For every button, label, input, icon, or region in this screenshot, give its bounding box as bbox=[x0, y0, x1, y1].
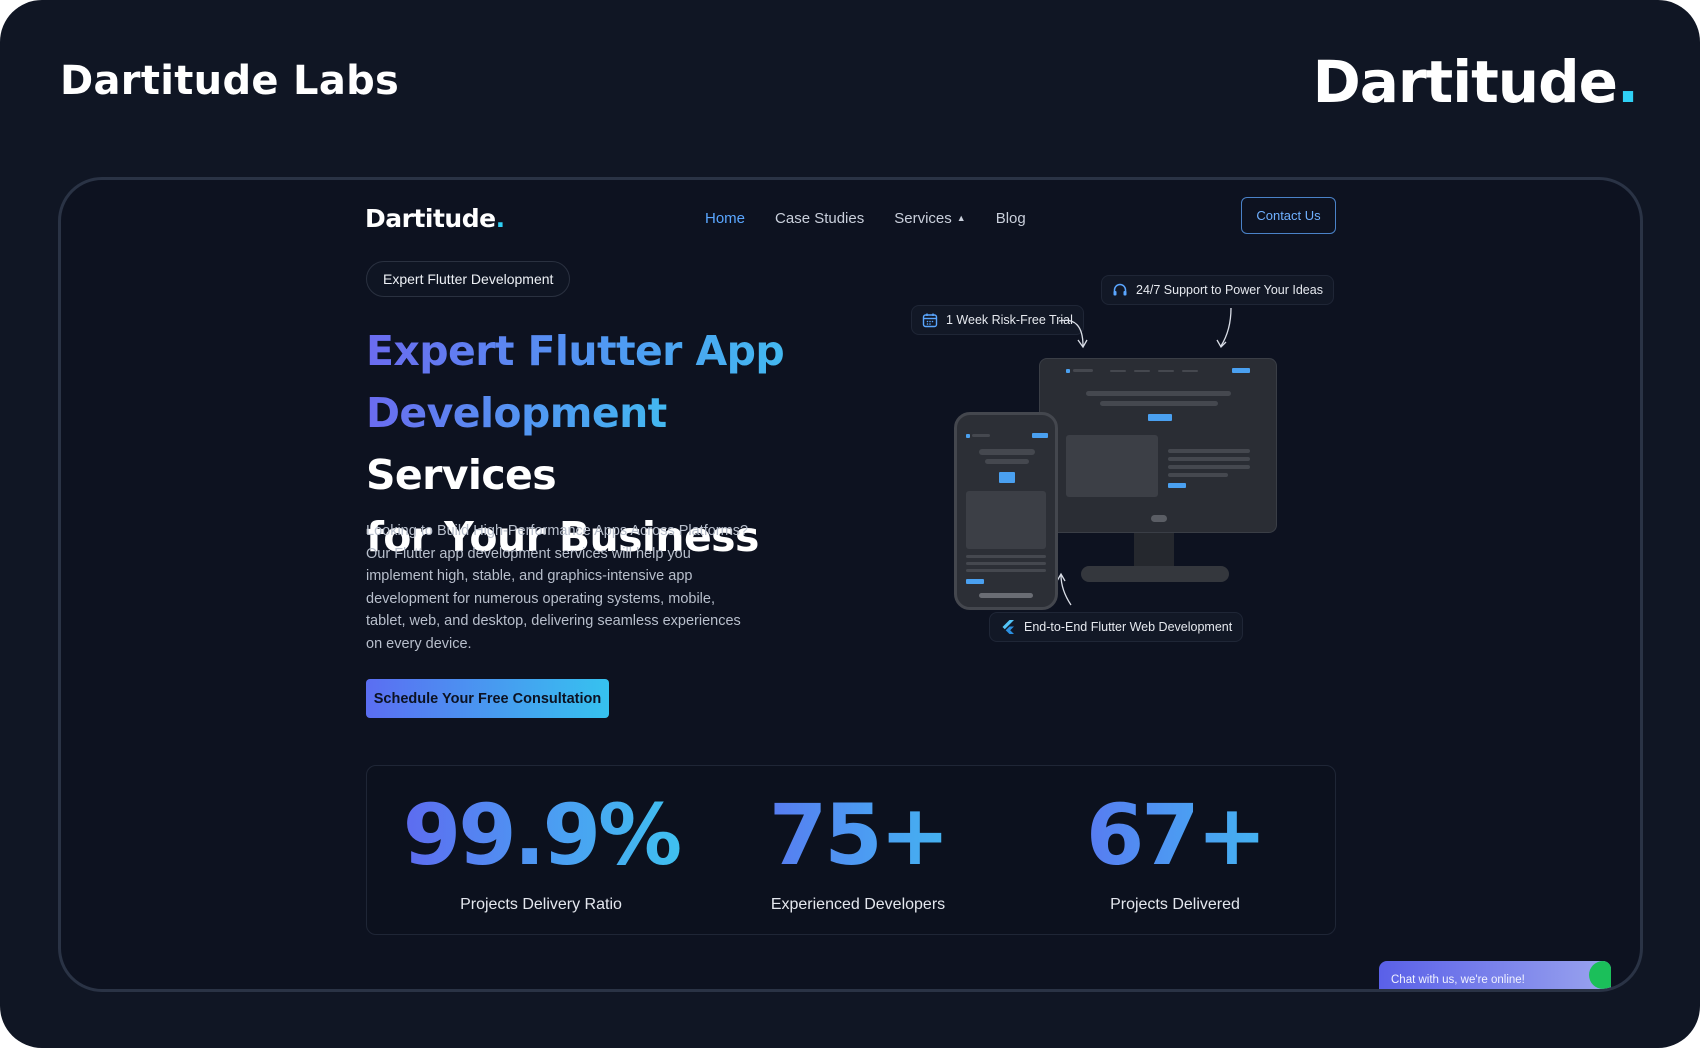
brand-logo-text: Dartitude bbox=[1312, 48, 1618, 116]
brand-logo-dot: . bbox=[1616, 48, 1639, 116]
online-status-icon bbox=[1589, 961, 1611, 989]
brand-logo: Dartitude. bbox=[1312, 48, 1639, 116]
website-preview-frame: Dartitude. Home Case Studies Services ▲ B… bbox=[58, 177, 1643, 992]
page-background: Dartitude Labs Dartitude. Dartitude. Hom… bbox=[0, 0, 1700, 1048]
stat-value: 99.9% bbox=[391, 790, 691, 880]
stat-label: Experienced Developers bbox=[770, 896, 946, 913]
stat-label: Projects Delivery Ratio bbox=[460, 896, 622, 913]
desktop-base bbox=[1081, 566, 1229, 582]
stat-value: 67+ bbox=[1025, 790, 1325, 880]
phone-mockup bbox=[954, 412, 1058, 610]
stat-delivery-ratio: 99.9% Projects Delivery Ratio bbox=[391, 790, 691, 914]
stats-panel: 99.9% Projects Delivery Ratio 75+ Experi… bbox=[366, 765, 1336, 935]
chat-widget[interactable]: Chat with us, we're online! bbox=[1379, 961, 1611, 989]
stat-developers: 75+ Experienced Developers bbox=[708, 790, 1008, 914]
stat-label: Projects Delivered bbox=[1110, 896, 1240, 913]
desktop-mockup bbox=[1039, 358, 1277, 533]
desktop-stand bbox=[1134, 533, 1174, 567]
brand-title: Dartitude Labs bbox=[60, 58, 400, 104]
stat-value: 75+ bbox=[708, 790, 1008, 880]
stat-projects-delivered: 67+ Projects Delivered bbox=[1025, 790, 1325, 914]
chat-widget-label: Chat with us, we're online! bbox=[1391, 974, 1525, 986]
